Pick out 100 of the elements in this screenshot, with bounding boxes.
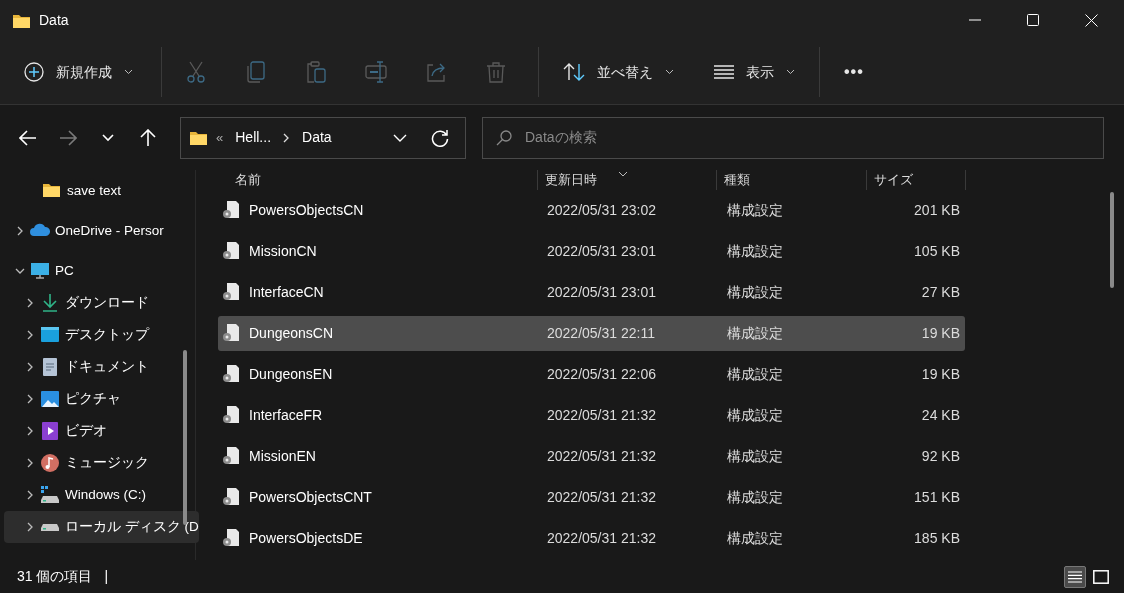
new-button[interactable]: 新規作成 xyxy=(12,52,145,92)
picture-icon xyxy=(40,389,60,409)
sidebar-item[interactable]: ミュージック xyxy=(4,447,199,479)
column-header[interactable]: 名前 xyxy=(218,170,538,190)
config-file-icon xyxy=(221,241,241,261)
drive-icon xyxy=(41,523,59,531)
plus-icon xyxy=(24,62,44,82)
folder-icon xyxy=(189,129,208,146)
search-field[interactable]: Dataの検索 xyxy=(482,116,1104,159)
sidebar-item[interactable]: ダウンロード xyxy=(4,287,199,319)
file-size: 201 KB xyxy=(913,200,960,220)
file-name: DungeonsEN xyxy=(249,364,333,384)
clipboard-icon xyxy=(306,61,326,83)
file-row[interactable]: DungeonsCN 2022/05/31 22:11 構成設定 19 KB xyxy=(218,315,965,351)
list-icon xyxy=(1068,570,1082,583)
close-icon xyxy=(1084,13,1098,27)
file-type: 構成設定 xyxy=(727,528,784,548)
chevron-down-icon xyxy=(665,69,674,75)
details-view-button[interactable] xyxy=(1064,565,1086,588)
column-header[interactable]: 種類 xyxy=(716,170,866,190)
chevron-down-icon xyxy=(102,133,114,142)
rename-icon xyxy=(365,61,387,83)
preview-icon xyxy=(1093,569,1109,584)
sidebar-item[interactable]: ピクチャ xyxy=(4,383,199,415)
file-type: 構成設定 xyxy=(727,405,784,425)
file-size: 19 KB xyxy=(920,323,960,343)
breadcrumb[interactable]: Data xyxy=(298,127,336,148)
modified-date: 2022/05/31 21:32 xyxy=(547,487,657,507)
config-file-icon xyxy=(221,405,241,425)
window-title: Data xyxy=(39,10,69,30)
file-size: 27 KB xyxy=(920,282,960,302)
view-button[interactable]: 表示 xyxy=(702,52,807,92)
sidebar-item[interactable]: Windows (C:) xyxy=(4,479,199,511)
config-file-icon xyxy=(221,282,241,302)
file-size: 185 KB xyxy=(913,528,960,548)
modified-date: 2022/05/31 23:01 xyxy=(547,282,657,302)
sort-button[interactable]: 並べ替え xyxy=(551,52,686,92)
maximize-icon xyxy=(1027,14,1039,26)
minimize-icon xyxy=(969,19,981,21)
scissors-icon xyxy=(186,61,206,83)
scrollbar[interactable] xyxy=(1110,192,1114,288)
separator-text: | xyxy=(104,567,109,586)
file-name: PowersObjectsCNT xyxy=(249,487,372,507)
file-size: 92 KB xyxy=(920,446,960,466)
file-name: MissionEN xyxy=(249,446,316,466)
modified-date: 2022/05/31 22:11 xyxy=(547,323,656,343)
monitor-icon xyxy=(30,261,50,281)
document-icon xyxy=(40,357,60,377)
file-row[interactable]: MissionCN 2022/05/31 23:01 構成設定 105 KB xyxy=(218,233,965,269)
modified-date: 2022/05/31 21:32 xyxy=(547,528,657,548)
file-row[interactable]: DungeonsEN 2022/05/31 22:06 構成設定 19 KB xyxy=(218,356,965,392)
more-button[interactable]: ••• xyxy=(832,52,876,92)
file-size: 151 KB xyxy=(913,487,960,507)
file-type: 構成設定 xyxy=(727,323,784,343)
config-file-icon xyxy=(221,364,241,384)
config-file-icon xyxy=(221,446,241,466)
file-type: 構成設定 xyxy=(727,487,784,507)
sidebar-item[interactable]: ドキュメント xyxy=(4,351,199,383)
file-row[interactable]: InterfaceCN 2022/05/31 23:01 構成設定 27 KB xyxy=(218,274,965,310)
list-icon xyxy=(714,65,734,79)
up-arrow-icon xyxy=(140,128,156,147)
sidebar-item[interactable]: PC xyxy=(4,255,199,287)
file-name: DungeonsCN xyxy=(249,323,334,343)
search-input[interactable]: Dataの検索 xyxy=(525,127,1091,148)
scrollbar[interactable] xyxy=(183,350,187,525)
video-icon xyxy=(40,421,60,441)
music-icon xyxy=(40,453,60,473)
overflow-chevron[interactable]: « xyxy=(216,127,224,148)
file-size: 24 KB xyxy=(920,405,960,425)
copy-icon xyxy=(247,61,265,83)
column-header[interactable]: サイズ xyxy=(865,170,965,190)
chevron-down-icon xyxy=(786,69,795,75)
address-bar[interactable]: « Hell... Data xyxy=(180,116,466,159)
file-row[interactable]: PowersObjectsDE 2022/05/31 21:32 構成設定 185 KB xyxy=(218,520,965,556)
file-name: InterfaceCN xyxy=(249,282,324,302)
file-type: 構成設定 xyxy=(727,282,784,302)
sidebar-item[interactable]: save text xyxy=(4,175,199,207)
chevron-right-icon xyxy=(283,132,291,143)
download-icon xyxy=(40,293,60,313)
search-icon xyxy=(495,128,513,147)
sidebar-item[interactable]: ビデオ xyxy=(4,415,199,447)
column-header[interactable]: 更新日時 xyxy=(537,170,717,190)
modified-date: 2022/05/31 22:06 xyxy=(547,364,657,384)
chevron-down-icon xyxy=(124,69,133,75)
file-row[interactable]: PowersObjectsCN 2022/05/31 23:02 構成設定 201 KB xyxy=(218,192,965,228)
file-row[interactable]: MissionEN 2022/05/31 21:32 構成設定 92 KB xyxy=(218,438,965,474)
file-row[interactable]: PowersObjectsCNT 2022/05/31 21:32 構成設定 151 KB xyxy=(218,479,965,515)
forward-arrow-icon xyxy=(59,129,77,146)
sidebar-item[interactable]: OneDrive - Persor xyxy=(4,215,199,247)
sidebar-item[interactable]: ローカル ディスク (D xyxy=(4,511,199,543)
file-row[interactable]: InterfaceFR 2022/05/31 21:32 構成設定 24 KB xyxy=(218,397,965,433)
desktop-icon xyxy=(40,325,60,345)
file-name: MissionCN xyxy=(249,241,317,261)
sidebar-item[interactable]: デスクトップ xyxy=(4,319,199,351)
sort-icon xyxy=(563,62,585,82)
file-type: 構成設定 xyxy=(727,364,784,384)
file-name: InterfaceFR xyxy=(249,405,323,425)
back-arrow-icon xyxy=(19,129,37,146)
breadcrumb[interactable]: Hell... xyxy=(231,127,276,148)
drive-icon xyxy=(40,485,60,505)
